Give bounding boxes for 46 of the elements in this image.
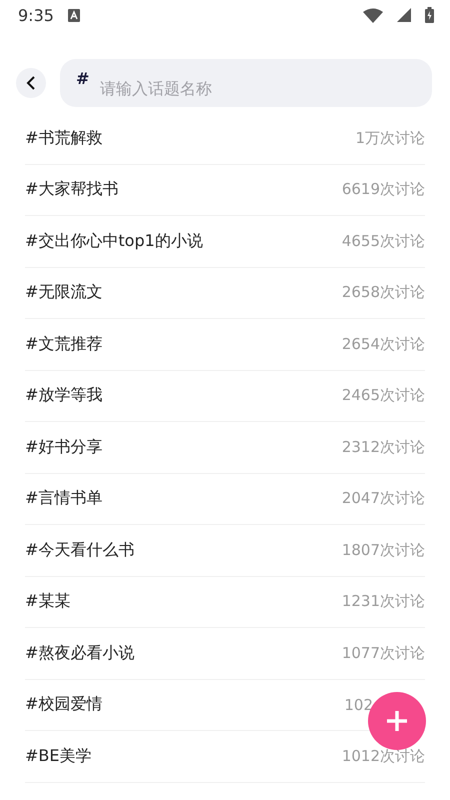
discussion-count: 2047次讨论 <box>342 489 425 508</box>
topic-name: #文荒推荐 <box>25 334 102 355</box>
topic-row[interactable]: #言情书单 2047次讨论 <box>25 474 425 525</box>
topic-row[interactable]: #无限流文 2658次讨论 <box>25 268 425 319</box>
discussion-count: 6619次讨论 <box>342 180 425 200</box>
topic-row[interactable]: #好书分享 2312次讨论 <box>25 422 425 474</box>
topic-row[interactable]: #文荒推荐 2654次讨论 <box>25 319 425 370</box>
battery-icon <box>425 7 434 23</box>
topic-name: #言情书单 <box>25 488 102 510</box>
topic-name: #大家帮找书 <box>25 179 118 200</box>
discussion-count: 1807次讨论 <box>342 540 425 560</box>
plus-icon <box>386 710 408 732</box>
back-button[interactable] <box>16 68 46 98</box>
topic-row[interactable]: #某某 1231次讨论 <box>25 576 425 628</box>
topic-row[interactable]: #熬夜必看小说 1077次讨论 <box>25 628 425 680</box>
back-icon <box>26 76 36 90</box>
topic-name: #BE美学 <box>25 746 92 767</box>
signal-icon <box>397 8 411 22</box>
keyboard-icon <box>68 8 80 22</box>
status-time: 9:35 <box>18 6 54 24</box>
topic-name: #书荒解救 <box>25 128 102 149</box>
discussion-count: 1012次讨论 <box>342 746 425 766</box>
topic-row[interactable]: #今天看什么书 1807次讨论 <box>25 525 425 576</box>
discussion-count: 4655次讨论 <box>342 232 425 251</box>
discussion-count: 1077次讨论 <box>342 644 425 663</box>
topic-name: #放学等我 <box>25 385 102 406</box>
discussion-count: 2465次讨论 <box>342 386 425 406</box>
topic-row[interactable]: #大家帮找书 6619次讨论 <box>25 164 425 216</box>
topic-row[interactable]: #放学等我 2465次讨论 <box>25 370 425 422</box>
discussion-count: 2658次讨论 <box>342 283 425 302</box>
discussion-count: 2654次讨论 <box>342 334 425 354</box>
topic-name: #交出你心中top1的小说 <box>25 230 203 252</box>
discussion-count: 1231次讨论 <box>342 592 425 612</box>
topic-name: #今天看什么书 <box>25 540 134 561</box>
topic-row[interactable]: #书荒解救 1万次讨论 <box>25 113 425 164</box>
topic-name: #好书分享 <box>25 436 102 458</box>
topic-name: #熬夜必看小说 <box>25 642 134 664</box>
discussion-count: 2312次讨论 <box>342 438 425 457</box>
wifi-icon <box>363 8 383 22</box>
discussion-count: 102 <box>344 696 373 714</box>
topic-name: #校园爱情 <box>25 694 102 716</box>
topic-row[interactable]: #交出你心中top1的小说 4655次讨论 <box>25 216 425 268</box>
hash-prefix: # <box>76 69 90 88</box>
topic-name: #某某 <box>25 591 70 612</box>
discussion-count: 1万次讨论 <box>355 128 425 148</box>
topic-name: #无限流文 <box>25 282 102 304</box>
